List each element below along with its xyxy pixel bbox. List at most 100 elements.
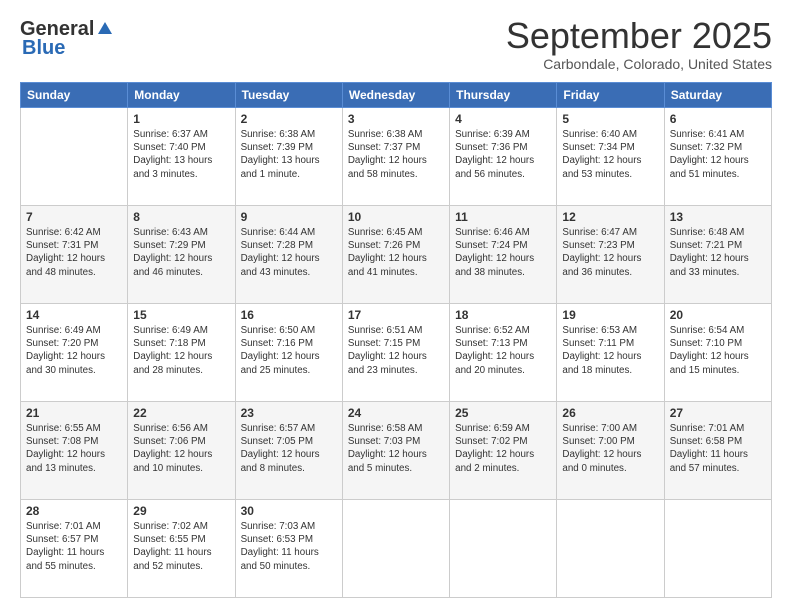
calendar-row: 21 Sunrise: 6:55 AMSunset: 7:08 PMDayligh… (21, 402, 772, 500)
col-thursday: Thursday (450, 83, 557, 108)
day-number: 29 (133, 504, 229, 518)
day-number: 25 (455, 406, 551, 420)
table-row: 15 Sunrise: 6:49 AMSunset: 7:18 PMDayligh… (128, 304, 235, 402)
day-info: Sunrise: 6:51 AMSunset: 7:15 PMDaylight:… (348, 324, 444, 377)
day-info: Sunrise: 6:46 AMSunset: 7:24 PMDaylight:… (455, 226, 551, 279)
table-row: 10 Sunrise: 6:45 AMSunset: 7:26 PMDayligh… (342, 206, 449, 304)
table-row: 20 Sunrise: 6:54 AMSunset: 7:10 PMDayligh… (664, 304, 771, 402)
calendar-row: 7Sunrise: 6:42 AMSunset: 7:31 PMDaylight… (21, 206, 772, 304)
header: General Blue September 2025 Carbondale, … (20, 18, 772, 72)
day-info: Sunrise: 6:45 AMSunset: 7:26 PMDaylight:… (348, 226, 444, 279)
day-number: 24 (348, 406, 444, 420)
table-row: 7Sunrise: 6:42 AMSunset: 7:31 PMDaylight… (21, 206, 128, 304)
day-info: Sunrise: 6:49 AMSunset: 7:18 PMDaylight:… (133, 324, 229, 377)
table-row: 18 Sunrise: 6:52 AMSunset: 7:13 PMDayligh… (450, 304, 557, 402)
day-info: Sunrise: 6:48 AMSunset: 7:21 PMDaylight:… (670, 226, 766, 279)
calendar-row: 28 Sunrise: 7:01 AMSunset: 6:57 PMDayligh… (21, 500, 772, 598)
day-number: 15 (133, 308, 229, 322)
table-row: 11 Sunrise: 6:46 AMSunset: 7:24 PMDayligh… (450, 206, 557, 304)
day-number: 8 (133, 210, 229, 224)
day-info: Sunrise: 7:01 AMSunset: 6:58 PMDaylight:… (670, 422, 766, 475)
page: General Blue September 2025 Carbondale, … (0, 0, 792, 612)
day-number: 14 (26, 308, 122, 322)
table-row: 2 Sunrise: 6:38 AMSunset: 7:39 PMDaylight… (235, 108, 342, 206)
col-saturday: Saturday (664, 83, 771, 108)
day-number: 6 (670, 112, 766, 126)
table-row: 8 Sunrise: 6:43 AMSunset: 7:29 PMDaylight… (128, 206, 235, 304)
col-sunday: Sunday (21, 83, 128, 108)
table-row: 19 Sunrise: 6:53 AMSunset: 7:11 PMDayligh… (557, 304, 664, 402)
table-row (557, 500, 664, 598)
table-row: 12 Sunrise: 6:47 AMSunset: 7:23 PMDayligh… (557, 206, 664, 304)
table-row: 17Sunrise: 6:51 AMSunset: 7:15 PMDayligh… (342, 304, 449, 402)
day-info: Sunrise: 6:44 AMSunset: 7:28 PMDaylight:… (241, 226, 337, 279)
table-row: 27 Sunrise: 7:01 AMSunset: 6:58 PMDayligh… (664, 402, 771, 500)
day-number: 9 (241, 210, 337, 224)
table-row: 14 Sunrise: 6:49 AMSunset: 7:20 PMDayligh… (21, 304, 128, 402)
day-number: 22 (133, 406, 229, 420)
day-info: Sunrise: 6:43 AMSunset: 7:29 PMDaylight:… (133, 226, 229, 279)
logo-icon (96, 20, 114, 38)
day-number: 21 (26, 406, 122, 420)
day-info: Sunrise: 6:52 AMSunset: 7:13 PMDaylight:… (455, 324, 551, 377)
day-number: 28 (26, 504, 122, 518)
table-row: 6 Sunrise: 6:41 AMSunset: 7:32 PMDaylight… (664, 108, 771, 206)
day-info: Sunrise: 6:39 AMSunset: 7:36 PMDaylight:… (455, 128, 551, 181)
day-number: 20 (670, 308, 766, 322)
day-info: Sunrise: 6:57 AMSunset: 7:05 PMDaylight:… (241, 422, 337, 475)
day-number: 7 (26, 210, 122, 224)
table-row: 22Sunrise: 6:56 AMSunset: 7:06 PMDayligh… (128, 402, 235, 500)
day-info: Sunrise: 6:40 AMSunset: 7:34 PMDaylight:… (562, 128, 658, 181)
day-info: Sunrise: 6:38 AMSunset: 7:37 PMDaylight:… (348, 128, 444, 181)
table-row: 4 Sunrise: 6:39 AMSunset: 7:36 PMDaylight… (450, 108, 557, 206)
title-block: September 2025 Carbondale, Colorado, Uni… (506, 18, 772, 72)
col-friday: Friday (557, 83, 664, 108)
table-row (21, 108, 128, 206)
day-info: Sunrise: 6:47 AMSunset: 7:23 PMDaylight:… (562, 226, 658, 279)
day-number: 16 (241, 308, 337, 322)
table-row: 23 Sunrise: 6:57 AMSunset: 7:05 PMDayligh… (235, 402, 342, 500)
day-info: Sunrise: 6:37 AMSunset: 7:40 PMDaylight:… (133, 128, 229, 181)
table-row: 21 Sunrise: 6:55 AMSunset: 7:08 PMDayligh… (21, 402, 128, 500)
day-info: Sunrise: 7:02 AMSunset: 6:55 PMDaylight:… (133, 520, 229, 573)
table-row: 26Sunrise: 7:00 AMSunset: 7:00 PMDayligh… (557, 402, 664, 500)
day-number: 23 (241, 406, 337, 420)
calendar-row: 14 Sunrise: 6:49 AMSunset: 7:20 PMDayligh… (21, 304, 772, 402)
day-number: 27 (670, 406, 766, 420)
table-row: 5 Sunrise: 6:40 AMSunset: 7:34 PMDaylight… (557, 108, 664, 206)
day-info: Sunrise: 6:50 AMSunset: 7:16 PMDaylight:… (241, 324, 337, 377)
logo: General Blue (20, 18, 114, 60)
day-info: Sunrise: 7:01 AMSunset: 6:57 PMDaylight:… (26, 520, 122, 573)
day-number: 11 (455, 210, 551, 224)
day-info: Sunrise: 6:53 AMSunset: 7:11 PMDaylight:… (562, 324, 658, 377)
day-number: 26 (562, 406, 658, 420)
calendar-row: 1 Sunrise: 6:37 AMSunset: 7:40 PMDaylight… (21, 108, 772, 206)
day-number: 12 (562, 210, 658, 224)
day-info: Sunrise: 6:54 AMSunset: 7:10 PMDaylight:… (670, 324, 766, 377)
day-info: Sunrise: 7:03 AMSunset: 6:53 PMDaylight:… (241, 520, 337, 573)
day-info: Sunrise: 6:58 AMSunset: 7:03 PMDaylight:… (348, 422, 444, 475)
table-row (342, 500, 449, 598)
day-info: Sunrise: 6:41 AMSunset: 7:32 PMDaylight:… (670, 128, 766, 181)
day-number: 10 (348, 210, 444, 224)
calendar-header-row: Sunday Monday Tuesday Wednesday Thursday… (21, 83, 772, 108)
day-number: 13 (670, 210, 766, 224)
location: Carbondale, Colorado, United States (506, 56, 772, 72)
day-info: Sunrise: 6:59 AMSunset: 7:02 PMDaylight:… (455, 422, 551, 475)
table-row: 28 Sunrise: 7:01 AMSunset: 6:57 PMDayligh… (21, 500, 128, 598)
month-title: September 2025 (506, 18, 772, 54)
day-number: 3 (348, 112, 444, 126)
day-number: 4 (455, 112, 551, 126)
day-number: 2 (241, 112, 337, 126)
table-row: 9 Sunrise: 6:44 AMSunset: 7:28 PMDaylight… (235, 206, 342, 304)
day-info: Sunrise: 6:55 AMSunset: 7:08 PMDaylight:… (26, 422, 122, 475)
table-row: 13 Sunrise: 6:48 AMSunset: 7:21 PMDayligh… (664, 206, 771, 304)
day-info: Sunrise: 6:49 AMSunset: 7:20 PMDaylight:… (26, 324, 122, 377)
day-number: 18 (455, 308, 551, 322)
day-number: 5 (562, 112, 658, 126)
day-info: Sunrise: 6:38 AMSunset: 7:39 PMDaylight:… (241, 128, 337, 181)
day-number: 30 (241, 504, 337, 518)
col-tuesday: Tuesday (235, 83, 342, 108)
day-number: 19 (562, 308, 658, 322)
day-number: 1 (133, 112, 229, 126)
